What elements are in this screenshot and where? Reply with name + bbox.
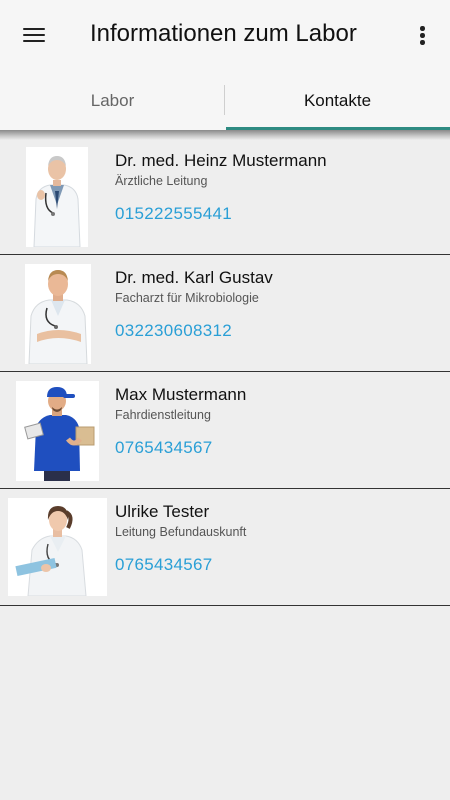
contact-row[interactable]: Dr. med. Karl Gustav Facharzt für Mikrob… xyxy=(0,256,450,372)
courier-portrait-photo xyxy=(16,381,99,481)
contact-name: Dr. med. Heinz Mustermann xyxy=(115,151,327,170)
contact-row[interactable]: Ulrike Tester Leitung Befundauskunft 076… xyxy=(0,490,450,606)
tab-bar: Labor Kontakte xyxy=(0,72,450,130)
doctor-portrait-photo xyxy=(26,147,88,247)
contact-row[interactable]: Dr. med. Heinz Mustermann Ärztliche Leit… xyxy=(0,139,450,255)
tab-labor[interactable]: Labor xyxy=(0,72,225,130)
contact-phone-link[interactable]: 015222555441 xyxy=(115,204,232,224)
contact-name: Max Mustermann xyxy=(115,385,247,404)
contact-role: Leitung Befundauskunft xyxy=(115,525,247,539)
hamburger-menu-icon[interactable] xyxy=(20,24,50,48)
contact-name: Ulrike Tester xyxy=(115,502,210,521)
tab-kontakte[interactable]: Kontakte xyxy=(225,72,450,130)
page-title: Informationen zum Labor xyxy=(90,20,357,47)
contact-role: Fahrdienstleitung xyxy=(115,408,211,422)
contact-phone-link[interactable]: 032230608312 xyxy=(115,321,232,341)
contact-role: Facharzt für Mikrobiologie xyxy=(115,291,259,305)
contact-phone-link[interactable]: 0765434567 xyxy=(115,555,213,575)
nurse-portrait-photo xyxy=(8,498,107,596)
contact-row[interactable]: Max Mustermann Fahrdienstleitung 0765434… xyxy=(0,373,450,489)
more-vert-icon[interactable] xyxy=(410,20,434,52)
app-bar: Informationen zum Labor xyxy=(0,0,450,72)
contact-name: Dr. med. Karl Gustav xyxy=(115,268,273,287)
doctor-portrait-photo xyxy=(25,264,91,364)
contact-role: Ärztliche Leitung xyxy=(115,174,208,188)
contact-phone-link[interactable]: 0765434567 xyxy=(115,438,213,458)
